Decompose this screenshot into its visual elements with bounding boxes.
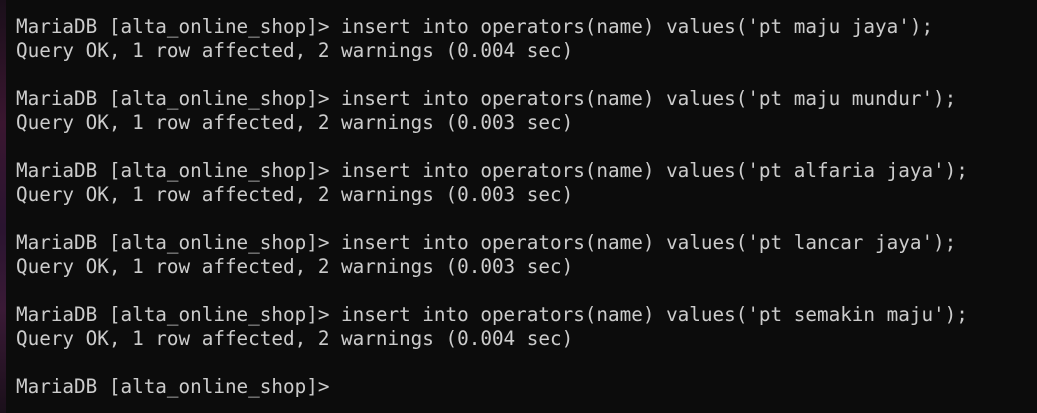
- command-line: MariaDB [alta_online_shop]> insert into …: [16, 303, 968, 326]
- query-result-line: Query OK, 1 row affected, 2 warnings (0.…: [16, 111, 574, 134]
- query-result-line: Query OK, 1 row affected, 2 warnings (0.…: [16, 39, 574, 62]
- command-line: MariaDB [alta_online_shop]> insert into …: [16, 159, 968, 182]
- query-result-line: Query OK, 1 row affected, 2 warnings (0.…: [16, 183, 574, 206]
- query-result-line: Query OK, 1 row affected, 2 warnings (0.…: [16, 255, 574, 278]
- prompt-line[interactable]: MariaDB [alta_online_shop]>: [16, 375, 329, 399]
- command-line: MariaDB [alta_online_shop]> insert into …: [16, 231, 957, 254]
- terminal-output[interactable]: MariaDB [alta_online_shop]> insert into …: [0, 0, 1037, 413]
- command-line: MariaDB [alta_online_shop]> insert into …: [16, 15, 934, 38]
- query-result-line: Query OK, 1 row affected, 2 warnings (0.…: [16, 327, 574, 350]
- command-line: MariaDB [alta_online_shop]> insert into …: [16, 87, 957, 110]
